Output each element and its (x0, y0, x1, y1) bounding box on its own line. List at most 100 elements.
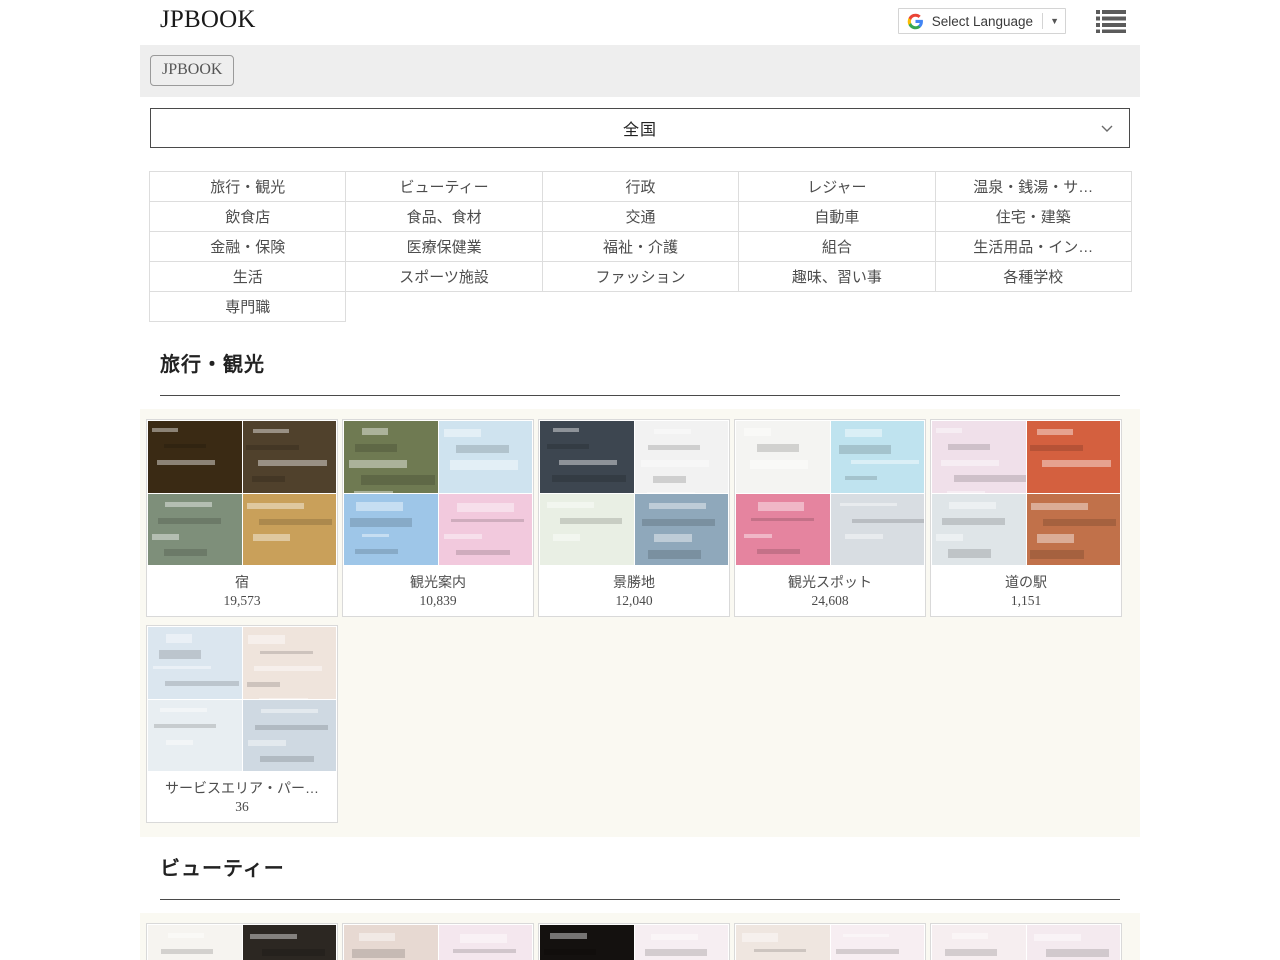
category-cell[interactable]: 金融・保険 (148, 231, 347, 262)
card-thumbnail (147, 626, 337, 772)
google-translate-widget[interactable]: Select Language ▼ (897, 8, 1066, 34)
card-label: 観光案内 (410, 574, 466, 590)
list-icon[interactable] (1096, 9, 1126, 33)
category-card[interactable]: サービスエリア・パー… 36 (146, 625, 338, 823)
thumbnail-tile (1026, 493, 1120, 565)
category-cell[interactable]: 組合 (738, 231, 936, 262)
category-row: 生活 スポーツ施設 ファッション 趣味、習い事 各種学校 (148, 261, 1132, 292)
category-card[interactable]: 観光スポット 24,608 (734, 419, 926, 617)
category-cell[interactable]: 飲食店 (148, 201, 347, 232)
thumbnail-tile (242, 699, 336, 771)
thumbnail-tile (242, 627, 336, 699)
thumbnail-tile (540, 925, 634, 960)
thumbnail-collage (931, 924, 1121, 960)
category-cell-empty (739, 292, 935, 322)
region-select[interactable]: 全国 (150, 108, 1130, 148)
card-count: 19,573 (223, 593, 261, 608)
thumbnail-collage (735, 420, 925, 566)
thumbnail-tile (736, 421, 830, 493)
category-cell[interactable]: 温泉・銭湯・サ… (934, 171, 1132, 202)
category-cell[interactable]: 行政 (541, 171, 740, 202)
breadcrumb-item-jpbook[interactable]: JPBOOK (150, 55, 235, 86)
thumbnail-tile (148, 627, 242, 699)
category-cell[interactable]: スポーツ施設 (345, 261, 543, 292)
thumbnail-tile (438, 421, 532, 493)
header-controls: Select Language ▼ (897, 8, 1126, 34)
category-cell[interactable]: 医療保健業 (345, 231, 543, 262)
page-root: JPBOOK Select Language ▼ JPBOOK 全国 旅行・観光… (0, 0, 1280, 960)
category-row: 専門職 (148, 291, 1132, 322)
category-cell[interactable]: 各種学校 (934, 261, 1132, 292)
card-label: 観光スポット (788, 574, 872, 590)
category-card[interactable]: 宿 19,573 (146, 419, 338, 617)
thumbnail-tile (344, 493, 438, 565)
category-card[interactable]: 観光案内 10,839 (342, 419, 534, 617)
thumbnail-tile (148, 421, 242, 493)
thumbnail-tile (242, 925, 336, 960)
thumbnail-collage (343, 420, 533, 566)
thumbnail-tile (344, 925, 438, 960)
card-thumbnail (147, 420, 337, 566)
category-card[interactable]: 景勝地 12,040 (538, 419, 730, 617)
thumbnail-tile (830, 493, 924, 565)
category-cell-empty (935, 292, 1131, 322)
card-thumbnail (343, 420, 533, 566)
category-table: 旅行・観光 ビューティー 行政 レジャー 温泉・銭湯・サ… 飲食店 食品、食材 交通 自動車 住宅… (148, 171, 1132, 322)
category-cell[interactable]: 自動車 (738, 201, 936, 232)
category-cell[interactable]: レジャー (738, 171, 936, 202)
card-count: 1,151 (1010, 593, 1042, 608)
thumbnail-collage (147, 420, 337, 566)
category-card[interactable] (734, 923, 926, 960)
card-label: 宿 (235, 574, 249, 590)
section-divider (160, 395, 1120, 396)
category-card[interactable] (146, 923, 338, 960)
category-cell[interactable]: 交通 (541, 201, 740, 232)
card-count: 12,040 (615, 593, 653, 608)
category-cell[interactable]: 旅行・観光 (148, 171, 347, 202)
thumbnail-collage (539, 924, 729, 960)
translate-divider (1042, 13, 1044, 29)
category-cell[interactable]: 生活用品・イン… (934, 231, 1132, 262)
category-cell[interactable]: ファッション (541, 261, 740, 292)
card-thumbnail (735, 924, 925, 960)
thumbnail-collage (539, 420, 729, 566)
chevron-down-icon: ▼ (1050, 15, 1059, 26)
thumbnail-collage (735, 924, 925, 960)
thumbnail-tile (540, 493, 634, 565)
category-cell[interactable]: 生活 (148, 261, 347, 292)
category-row: 飲食店 食品、食材 交通 自動車 住宅・建築 (148, 201, 1132, 232)
category-cell[interactable]: 食品、食材 (345, 201, 543, 232)
section-title: ビューティー (160, 858, 285, 880)
thumbnail-collage (147, 626, 337, 772)
card-label: 道の駅 (1005, 574, 1047, 590)
category-card[interactable] (342, 923, 534, 960)
category-cell[interactable]: 専門職 (148, 291, 347, 322)
card-thumbnail (539, 924, 729, 960)
thumbnail-tile (634, 421, 728, 493)
category-cell[interactable]: 住宅・建築 (934, 201, 1132, 232)
category-row: 旅行・観光 ビューティー 行政 レジャー 温泉・銭湯・サ… (148, 171, 1132, 202)
category-card[interactable]: 道の駅 1,151 (930, 419, 1122, 617)
card-grid (140, 913, 1140, 960)
category-card[interactable] (538, 923, 730, 960)
thumbnail-tile (932, 925, 1026, 960)
category-row: 金融・保険 医療保健業 福祉・介護 組合 生活用品・イン… (148, 231, 1132, 262)
category-cell[interactable]: 趣味、習い事 (738, 261, 936, 292)
thumbnail-collage (147, 924, 337, 960)
chevron-down-icon (1101, 125, 1113, 132)
card-count: 10,839 (419, 593, 457, 608)
category-cell[interactable]: 福祉・介護 (541, 231, 740, 262)
site-header: JPBOOK Select Language ▼ (0, 0, 1280, 45)
category-cell[interactable]: ビューティー (345, 171, 543, 202)
thumbnail-tile (634, 925, 728, 960)
thumbnail-tile (830, 925, 924, 960)
thumbnail-tile (932, 421, 1026, 493)
thumbnail-tile (148, 493, 242, 565)
card-thumbnail (343, 924, 533, 960)
category-cell-empty (542, 292, 738, 322)
category-cell-empty (346, 292, 542, 322)
category-card[interactable] (930, 923, 1122, 960)
card-grid: 宿 19,573 観光案内 10,839 景勝地 12,040 観光スポット 24,608 道の… (140, 409, 1140, 837)
thumbnail-tile (148, 699, 242, 771)
google-g-icon (907, 13, 923, 29)
